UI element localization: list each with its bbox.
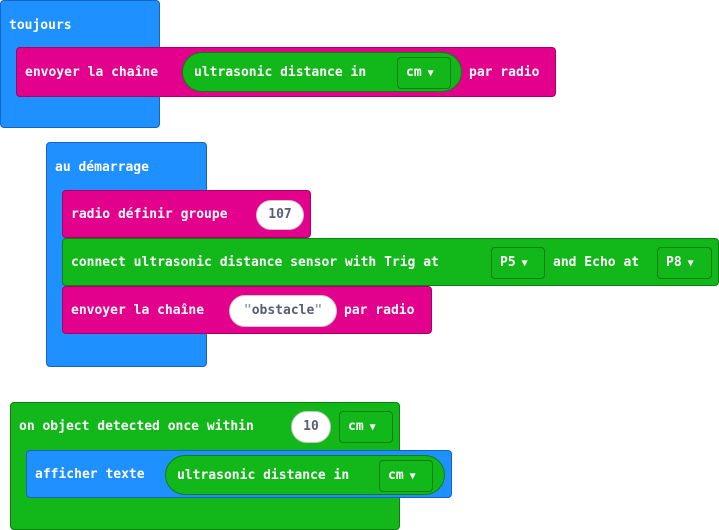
string-input[interactable]: "obstacle" bbox=[229, 295, 337, 327]
ultrasonic-distance-reporter[interactable]: ultrasonic distance in cm ▼ bbox=[182, 52, 462, 92]
send-string-label: envoyer la chaîne bbox=[25, 65, 159, 80]
radio-set-group-label: radio définir groupe bbox=[71, 207, 228, 222]
string-value: obstacle bbox=[251, 303, 315, 318]
reporter-label: ultrasonic distance in bbox=[194, 65, 367, 80]
ultrasonic-distance-reporter[interactable]: ultrasonic distance in cm ▼ bbox=[165, 455, 445, 495]
unit-dropdown[interactable]: cm ▼ bbox=[379, 460, 433, 492]
on-start-label: au démarrage bbox=[55, 160, 149, 175]
chevron-down-icon: ▼ bbox=[687, 258, 694, 269]
group-number-input[interactable]: 107 bbox=[256, 200, 304, 230]
quote-open-icon: " bbox=[243, 303, 252, 318]
quote-close-icon: " bbox=[314, 303, 323, 318]
distance-number-input[interactable]: 10 bbox=[291, 411, 331, 443]
echo-pin-value: P8 bbox=[666, 255, 682, 270]
trig-pin-dropdown[interactable]: P5 ▼ bbox=[491, 247, 545, 279]
unit-dropdown[interactable]: cm ▼ bbox=[397, 57, 451, 89]
send-suffix-label: par radio bbox=[344, 303, 415, 318]
forever-label: toujours bbox=[9, 18, 72, 33]
send-string-label: envoyer la chaîne bbox=[71, 303, 205, 318]
send-string-block[interactable]: envoyer la chaîne ultrasonic distance in… bbox=[16, 47, 556, 97]
unit-value: cm bbox=[348, 419, 364, 434]
chevron-down-icon: ▼ bbox=[369, 422, 376, 433]
chevron-down-icon: ▼ bbox=[521, 258, 528, 269]
show-string-label: afficher texte bbox=[35, 467, 145, 482]
connect-sensor-block[interactable]: connect ultrasonic distance sensor with … bbox=[62, 238, 719, 286]
chevron-down-icon: ▼ bbox=[409, 471, 416, 482]
connect-sensor-label: connect ultrasonic distance sensor with … bbox=[71, 255, 439, 270]
radio-set-group-block[interactable]: radio définir groupe 107 bbox=[62, 190, 311, 238]
and-echo-label: and Echo at bbox=[553, 255, 640, 270]
chevron-down-icon: ▼ bbox=[427, 68, 434, 79]
unit-value: cm bbox=[406, 65, 422, 80]
send-string-block-2[interactable]: envoyer la chaîne "obstacle" par radio bbox=[62, 286, 432, 334]
unit-dropdown[interactable]: cm ▼ bbox=[339, 411, 393, 443]
echo-pin-dropdown[interactable]: P8 ▼ bbox=[657, 247, 712, 279]
send-suffix-label: par radio bbox=[469, 65, 540, 80]
on-object-detected-label: on object detected once within bbox=[19, 419, 254, 434]
trig-pin-value: P5 bbox=[500, 255, 516, 270]
show-string-block[interactable]: afficher texte ultrasonic distance in cm… bbox=[26, 450, 452, 498]
unit-value: cm bbox=[388, 468, 404, 483]
reporter-label: ultrasonic distance in bbox=[177, 468, 350, 483]
